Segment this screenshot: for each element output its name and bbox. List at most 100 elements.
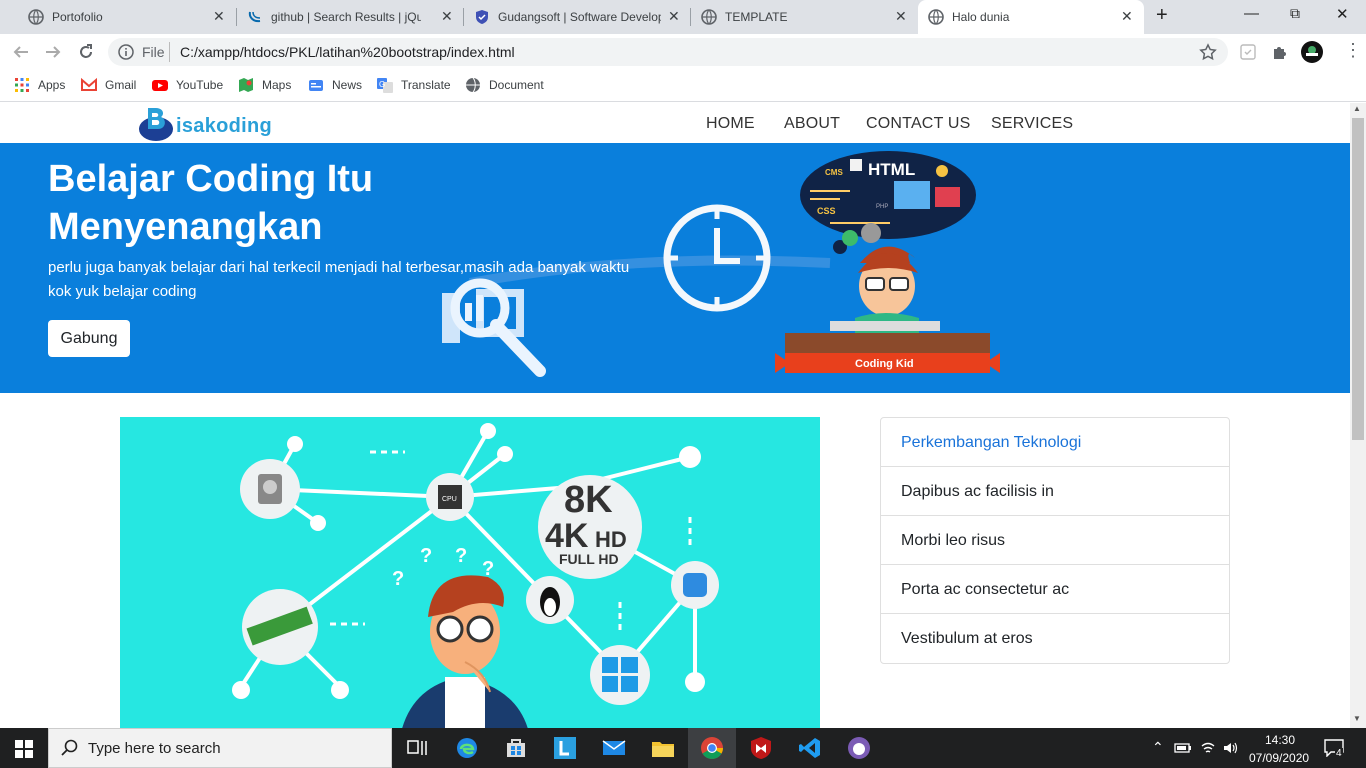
tab-halo-dunia[interactable]: Halo dunia ✕ [918,0,1144,34]
finder-icon [683,573,707,597]
hero-banner: HTML CMS CSS PHP Coding Kid Belajar Codi… [0,143,1350,393]
bookmark-label: Gmail [105,78,137,92]
volume-icon[interactable] [1222,740,1238,756]
label-8k: 8K [564,479,613,521]
coding-kid-label: Coding Kid [855,358,914,370]
reload-icon[interactable] [77,43,95,61]
tech-network-illustration: CPU 8K 4K HD FULL HD ??? ? [232,423,719,728]
nav-about[interactable]: ABOUT [784,115,840,133]
menu-kebab-icon[interactable]: ⋮ [1344,40,1362,61]
scroll-down-arrow-icon[interactable]: ▼ [1353,714,1361,723]
extension-page-icon[interactable] [1240,44,1256,60]
translate-icon: G [377,78,393,93]
url-divider [169,42,170,62]
bookmark-apps[interactable]: Apps [14,77,65,93]
forward-icon[interactable] [44,43,62,61]
restore-button[interactable]: ⧉ [1290,5,1300,22]
list-item[interactable]: Porta ac consectetur ac [881,565,1229,614]
windows-node [590,645,650,705]
svg-text:G: G [379,80,385,89]
minimize-button[interactable]: — [1244,5,1259,22]
topic-list-group: Perkembangan Teknologi Dapibus ac facili… [880,417,1230,664]
file-explorer-icon[interactable] [651,736,675,760]
site-logo-text[interactable]: isakoding [176,115,272,138]
mcafee-icon[interactable] [749,736,773,760]
close-tab-icon[interactable]: ✕ [213,8,225,25]
bookmark-youtube[interactable]: YouTube [152,77,223,93]
hero-title: Belajar Coding Itu Menyenangkan [48,158,374,248]
label-4k: 4K [545,517,589,555]
info-icon[interactable] [118,44,134,60]
globe-icon [701,9,717,25]
close-tab-icon[interactable]: ✕ [1121,8,1133,25]
chrome-icon[interactable] [700,736,724,760]
taskbar-search-placeholder: Type here to search [88,740,221,757]
tab-template[interactable]: TEMPLATE ✕ [691,0,916,34]
html-label: HTML [868,160,915,179]
mail-icon[interactable] [602,736,626,760]
nav-contact-us[interactable]: CONTACT US [866,115,971,133]
back-icon[interactable] [12,43,30,61]
youtube-icon [152,80,168,91]
close-window-button[interactable]: ✕ [1336,5,1349,23]
css-label: CSS [817,206,836,216]
svg-text:?: ? [392,568,404,590]
thought-bubble-icon: HTML CMS CSS PHP [800,151,976,254]
site-logo-mark-icon[interactable] [138,103,178,143]
clock-date[interactable]: 07/09/2020 [1249,751,1309,765]
clock-time[interactable]: 14:30 [1265,733,1295,747]
bookmark-label: YouTube [176,78,224,92]
tab-gudangsoft[interactable]: Gudangsoft | Software Develop ✕ [464,0,689,34]
bookmark-news[interactable]: News [308,77,362,93]
lazarus-l-icon[interactable] [553,736,577,760]
svg-text:?: ? [482,558,494,580]
app-cat-icon[interactable] [847,736,871,760]
list-item[interactable]: Perkembangan Teknologi [881,418,1229,467]
bookmark-star-icon[interactable] [1199,43,1217,61]
vscode-icon[interactable] [798,736,822,760]
tab-title: TEMPLATE [725,10,788,24]
tech-illustration: CPU 8K 4K HD FULL HD ?? ? ? [120,417,820,728]
bookmark-maps[interactable]: Maps [238,77,291,93]
close-tab-icon[interactable]: ✕ [668,8,680,25]
gmail-icon [81,77,97,91]
windows-start-icon[interactable] [15,740,33,758]
profile-avatar-icon[interactable] [1301,41,1323,63]
globe-icon [928,9,944,25]
tab-title: Gudangsoft | Software Develop [498,10,661,24]
list-item[interactable]: Morbi leo risus [881,516,1229,565]
edge-browser-icon[interactable] [455,736,479,760]
url-scheme-label: File [142,44,165,60]
notification-count-badge: 4 [1335,748,1343,759]
scroll-up-arrow-icon[interactable]: ▲ [1353,104,1361,113]
store-icon[interactable] [504,736,528,760]
puzzle-icon[interactable] [1271,43,1289,61]
nav-services[interactable]: SERVICES [991,115,1073,133]
label-full-hd: FULL HD [559,551,619,567]
scrollbar-thumb[interactable] [1352,118,1364,440]
tab-title: github | Search Results | jQuery [271,10,421,24]
bookmark-gmail[interactable]: Gmail [81,77,136,93]
tray-chevron-icon[interactable]: ⌃ [1152,739,1164,756]
battery-icon[interactable] [1174,741,1192,755]
bookmark-label: News [332,78,363,92]
task-view-icon[interactable] [405,736,429,760]
list-item[interactable]: Vestibulum at eros [881,614,1229,663]
label-hd: HD [595,527,627,552]
wifi-icon[interactable] [1200,740,1216,756]
svg-text:?: ? [420,545,432,567]
close-tab-icon[interactable]: ✕ [895,8,907,25]
url-text[interactable]: C:/xampp/htdocs/PKL/latihan%20bootstrap/… [180,44,515,60]
close-tab-icon[interactable]: ✕ [441,8,453,25]
new-tab-button[interactable]: + [1156,4,1168,27]
shield-icon [476,10,488,24]
tab-portofolio[interactable]: Portofolio ✕ [8,0,233,34]
bookmark-translate[interactable]: G Translate [377,77,451,93]
bookmark-document[interactable]: Document [465,77,544,93]
list-item[interactable]: Dapibus ac facilisis in [881,467,1229,516]
thinking-man-icon [402,575,528,728]
jquery-icon [248,11,261,23]
gabung-button[interactable]: Gabung [48,320,130,357]
tab-github-search[interactable]: github | Search Results | jQuery ✕ [237,0,462,34]
nav-home[interactable]: HOME [706,115,755,133]
